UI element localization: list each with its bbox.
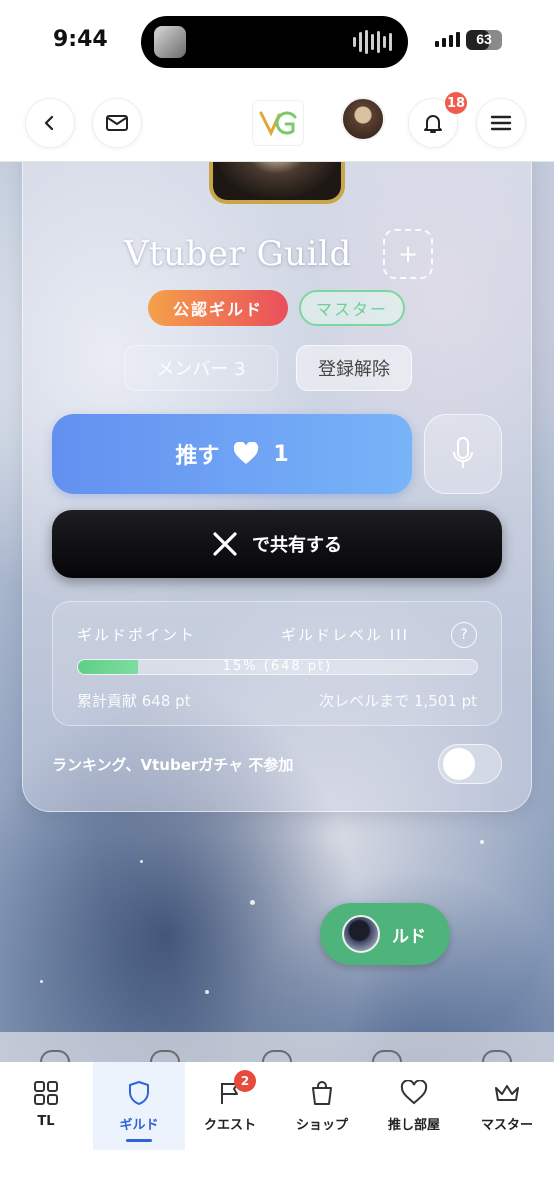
tab-shop[interactable]: ショップ bbox=[276, 1062, 368, 1150]
background-speck bbox=[40, 980, 43, 983]
tab-tl[interactable]: TL bbox=[0, 1062, 92, 1150]
underlying-nav-peek bbox=[0, 1032, 554, 1066]
background-speck bbox=[250, 900, 255, 905]
mail-icon bbox=[106, 115, 128, 131]
heart-icon bbox=[234, 442, 259, 464]
background-speck bbox=[480, 840, 484, 844]
tab-label: マスター bbox=[480, 1118, 533, 1133]
crown-icon bbox=[495, 1085, 519, 1101]
shopping-bag-icon bbox=[312, 1081, 332, 1105]
active-tab-indicator bbox=[126, 1139, 152, 1142]
ranking-toggle[interactable] bbox=[438, 744, 502, 784]
chevron-left-icon bbox=[44, 115, 54, 131]
guild-points-panel: ギルドポイント ギルドレベル III ? 15% (648 pt) 累計貢献 6… bbox=[52, 601, 502, 726]
bottom-tab-bar: TL ギルド クエスト 2 ショップ 推し部屋 マスター bbox=[0, 1062, 554, 1200]
unregister-button[interactable]: 登録解除 bbox=[296, 345, 412, 391]
tab-label: ギルド bbox=[119, 1118, 159, 1133]
shield-icon bbox=[129, 1081, 149, 1105]
tab-label: 推し部屋 bbox=[387, 1118, 440, 1133]
fab-avatar bbox=[342, 915, 380, 953]
bell-icon bbox=[424, 115, 442, 133]
hamburger-menu-icon bbox=[490, 115, 512, 131]
background-speck bbox=[205, 990, 209, 994]
official-guild-badge: 公認ギルド bbox=[148, 290, 288, 326]
tab-quest[interactable]: クエスト 2 bbox=[184, 1062, 276, 1150]
x-logo-icon bbox=[213, 532, 237, 556]
grid-icon bbox=[34, 1081, 58, 1105]
ranking-opt-out-label: ランキング、Vtuberガチャ 不参加 bbox=[52, 756, 294, 774]
background-speck bbox=[140, 860, 143, 863]
tab-label: クエスト bbox=[203, 1118, 256, 1133]
guild-points-label: ギルドポイント bbox=[77, 626, 197, 644]
user-avatar[interactable] bbox=[341, 97, 385, 141]
progress-text: 15% (648 pt) bbox=[222, 659, 333, 674]
tab-guild[interactable]: ギルド bbox=[93, 1062, 185, 1150]
points-to-next-level: 次レベルまで 1,501 pt bbox=[319, 692, 477, 710]
heart-outline-icon bbox=[400, 1080, 428, 1105]
total-contribution: 累計貢献 648 pt bbox=[77, 692, 191, 710]
vg-logo-icon bbox=[259, 111, 297, 137]
clock: 9:44 bbox=[53, 27, 108, 52]
guild-name: Vtuber Guild bbox=[124, 234, 352, 274]
share-label: で共有する bbox=[252, 535, 342, 556]
members-button[interactable]: メンバー 3 bbox=[124, 345, 278, 391]
mail-button[interactable] bbox=[92, 98, 142, 148]
top-navigation: 18 bbox=[0, 84, 554, 162]
cellular-signal-icon bbox=[435, 32, 460, 47]
quest-badge: 2 bbox=[234, 1070, 256, 1092]
guild-floating-button[interactable]: ルド bbox=[320, 903, 450, 965]
menu-button[interactable] bbox=[476, 98, 526, 148]
notification-badge: 18 bbox=[445, 92, 467, 114]
share-on-x-button[interactable]: で共有する bbox=[52, 510, 502, 578]
toggle-knob bbox=[443, 748, 475, 780]
help-button[interactable]: ? bbox=[451, 622, 477, 648]
app-logo[interactable] bbox=[252, 100, 304, 146]
tab-label: ショップ bbox=[295, 1118, 348, 1133]
audio-wave-icon bbox=[353, 30, 392, 54]
battery-icon: 63 bbox=[466, 30, 502, 50]
guild-level-label: ギルドレベル III bbox=[281, 626, 410, 644]
tab-label: TL bbox=[37, 1114, 55, 1129]
tab-oshi-room[interactable]: 推し部屋 bbox=[368, 1062, 460, 1150]
now-playing-thumbnail bbox=[154, 26, 186, 58]
microphone-icon bbox=[453, 437, 473, 468]
back-button[interactable] bbox=[25, 98, 75, 148]
status-bar: 9:44 63 bbox=[0, 0, 554, 84]
fab-label: ルド bbox=[392, 926, 426, 947]
add-button[interactable]: + bbox=[383, 229, 433, 279]
oshi-label: 推す bbox=[175, 444, 220, 469]
dynamic-island[interactable] bbox=[141, 16, 408, 68]
master-badge: マスター bbox=[299, 290, 405, 326]
oshi-count: 1 bbox=[273, 441, 289, 467]
tab-master[interactable]: マスター bbox=[461, 1062, 553, 1150]
voice-button[interactable] bbox=[424, 414, 502, 494]
oshi-button[interactable]: 推す 1 bbox=[52, 414, 412, 494]
